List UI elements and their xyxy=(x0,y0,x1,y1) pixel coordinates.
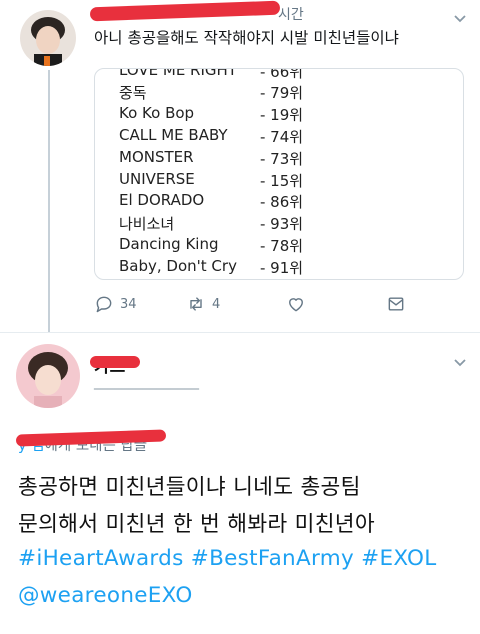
share-button[interactable] xyxy=(386,294,406,314)
tweet-text-line-1: 총공하면 미친년들이냐 니네도 총공팀 xyxy=(18,475,361,500)
reply-button[interactable]: 34 xyxy=(94,294,137,314)
avatar[interactable] xyxy=(16,344,80,408)
thread-line xyxy=(48,70,50,332)
chevron-down-icon[interactable] xyxy=(452,354,468,370)
redacted-name xyxy=(90,356,140,368)
avatar[interactable] xyxy=(20,10,76,66)
like-button[interactable] xyxy=(286,294,306,314)
tweet-time: 시간 xyxy=(278,7,304,23)
retweet-icon xyxy=(190,297,202,311)
mention-link[interactable]: @weareoneEXO xyxy=(18,583,193,608)
chevron-down-icon[interactable] xyxy=(452,10,468,26)
reply-icon xyxy=(96,296,112,313)
tweet-divider xyxy=(0,332,480,333)
avatar-image xyxy=(20,10,76,66)
redacted-name xyxy=(89,0,281,22)
like-icon xyxy=(289,298,303,312)
tweet-actions: 34 4 xyxy=(94,294,424,316)
avatar-image xyxy=(16,344,80,408)
tweet-text-line-2: 문의해서 미친년 한 번 해봐라 미친년아 xyxy=(18,512,375,537)
retweet-button[interactable]: 4 xyxy=(186,294,220,314)
attached-image[interactable]: LOVE ME RIGHT - 66위 중독 - 79위 Ko Ko Bop - 19… xyxy=(94,68,464,280)
tweet-text: 아니 총공을해도 작작해야지 시발 미친년들이냐 xyxy=(94,29,399,47)
reply-count: 34 xyxy=(120,296,137,312)
share-icon xyxy=(388,297,404,311)
hashtags[interactable]: #iHeartAwards #BestFanArmy #EXOL xyxy=(18,546,437,571)
retweet-count: 4 xyxy=(212,296,221,312)
user-handle: _______________ xyxy=(94,374,199,390)
